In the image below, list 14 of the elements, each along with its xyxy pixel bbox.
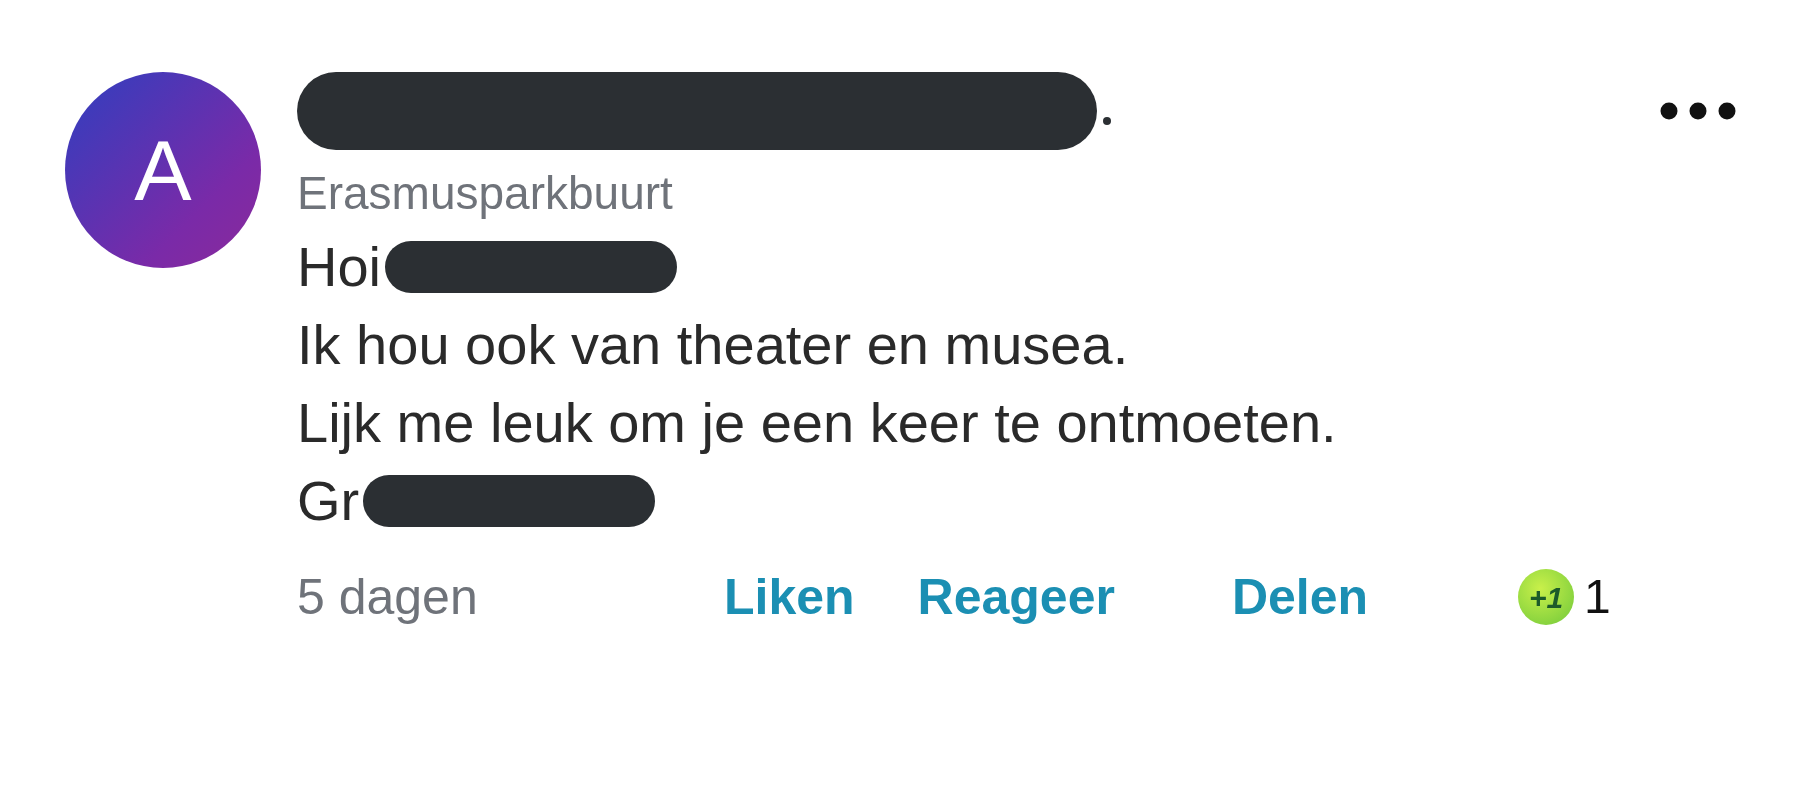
more-options-icon[interactable] <box>1660 102 1736 120</box>
reaction-count: 1 <box>1584 569 1611 626</box>
separator-dot-icon <box>1103 117 1111 125</box>
message-text: Ik hou ook van theater en musea. <box>297 311 1129 378</box>
plus-one-reaction-icon: +1 <box>1518 569 1575 626</box>
message-text: Gr <box>297 467 360 534</box>
message-text: Hoi <box>297 233 382 300</box>
message-text: Lijk me leuk om je een keer te ontmoeten. <box>297 389 1337 456</box>
timestamp: 5 dagen <box>297 567 479 627</box>
action-link[interactable]: Liken <box>724 559 855 635</box>
location-label: Erasmusparkbuurt <box>297 166 674 221</box>
avatar: A <box>65 72 261 268</box>
action-link[interactable]: Delen <box>1231 559 1369 635</box>
action-link[interactable]: Reageer <box>917 559 1115 635</box>
